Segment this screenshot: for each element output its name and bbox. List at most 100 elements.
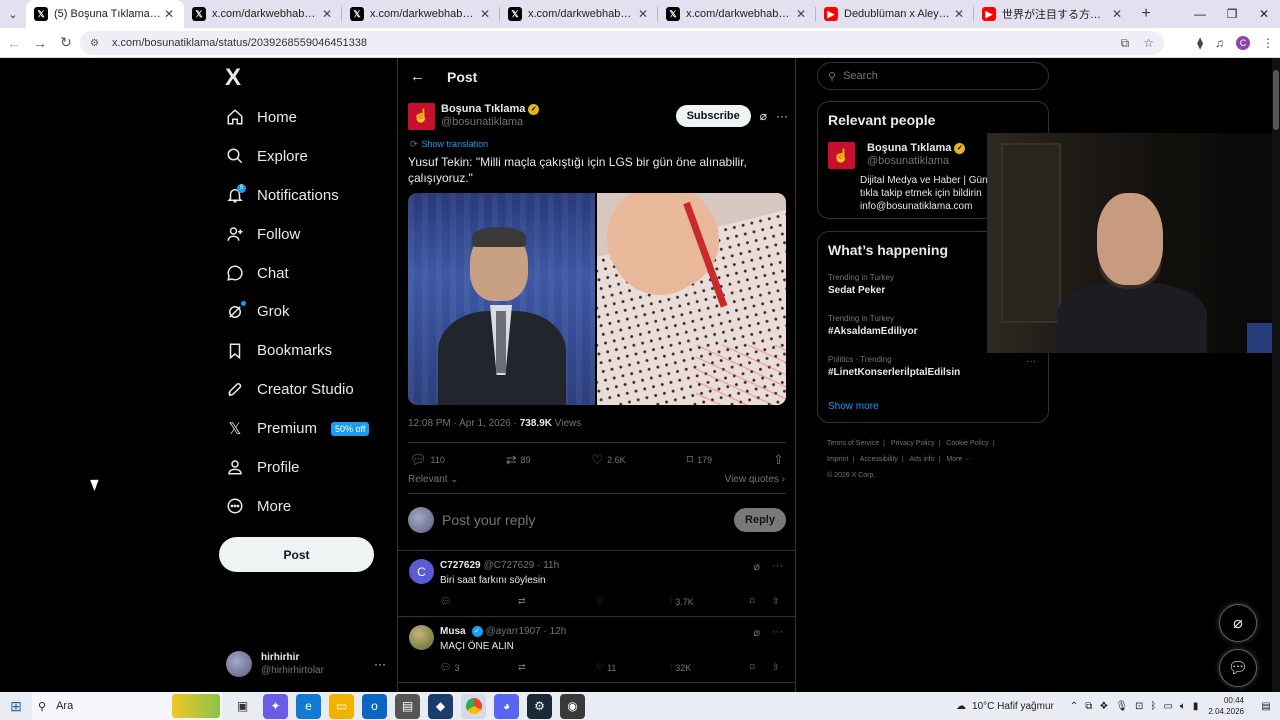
back-arrow-icon[interactable]: ← [2, 28, 26, 58]
page-scrollbar[interactable] [1272, 58, 1280, 692]
install-app-icon[interactable]: ⧉ [1121, 36, 1130, 51]
browser-tab[interactable]: 𝕏 x.com/darkwebhaber/status/20 ✕ [184, 0, 342, 28]
nav-item-follow[interactable]: Follow [226, 215, 396, 254]
author-name[interactable]: Boşuna Tıklama [441, 103, 525, 116]
windows-start-icon[interactable]: ⊞ [0, 692, 32, 720]
author-avatar[interactable]: ☝ [408, 102, 435, 130]
nav-item-bookmarks[interactable]: Bookmarks [226, 331, 396, 370]
weather-widget[interactable]: ☁ 10°C Hafif yağmur [956, 701, 1054, 712]
person-name[interactable]: Boşuna Tıklama [867, 142, 951, 155]
reply-item[interactable]: Musa ✓ @ayarr1907 · 12h ⌀ ··· MAÇI ÖNE ALIN… [398, 616, 795, 682]
tab-search-dropdown[interactable]: ⌄ [0, 0, 26, 28]
url-field[interactable]: ⚙ x.com/bosunatiklama/status/20392685590… [80, 31, 1164, 55]
sort-replies-dropdown[interactable]: Relevant ⌄ [408, 474, 459, 485]
restore-icon[interactable]: ❐ [1216, 0, 1248, 28]
nav-item-notifications[interactable]: 5 Notifications [226, 176, 396, 215]
footer-link[interactable]: Ads info [909, 456, 934, 463]
profile-avatar[interactable]: C [1236, 36, 1250, 50]
nav-item-premium[interactable]: 𝕏 Premium 50% off [226, 409, 396, 448]
reload-icon[interactable]: ↻ [54, 28, 78, 58]
more-horizontal-icon[interactable]: ··· [776, 109, 788, 123]
chat-floating-button[interactable]: 💬︎ [1219, 649, 1257, 687]
views-action[interactable]: ⫶ 3.7K [670, 596, 750, 607]
forward-arrow-icon[interactable]: → [28, 28, 52, 58]
tab-close-icon[interactable]: ✕ [952, 7, 966, 21]
footer-link[interactable]: Terms of Service [827, 440, 879, 447]
browser-tab[interactable]: 𝕏 x.com/darkwebhaber/status/20 ✕ [342, 0, 500, 28]
bookmark-action[interactable]: ⌑ 179 [687, 452, 713, 468]
repost-action[interactable]: ⇄ 89 [506, 452, 531, 468]
nav-item-profile[interactable]: Profile [226, 448, 396, 487]
view-quotes-link[interactable]: View quotes › [725, 474, 785, 485]
nav-item-chat[interactable]: Chat [226, 254, 396, 293]
footer-link[interactable]: Cookie Policy [946, 440, 988, 447]
grok-icon[interactable]: ⌀ [760, 109, 767, 123]
grok-icon[interactable]: ⌀ [753, 626, 760, 639]
game-app-icon[interactable]: ◆ [428, 693, 453, 719]
reply-action[interactable]: 💬︎ 110 [410, 452, 445, 468]
repost-icon[interactable]: ⇄ [518, 662, 596, 673]
heart-icon[interactable]: ♡ [596, 596, 670, 607]
like-action[interactable]: ♡ 11 [596, 662, 670, 673]
subscribe-button[interactable]: Subscribe [675, 105, 751, 127]
browser-tab[interactable]: 𝕏 x.com/darkwebhaber/status/20 ✕ [658, 0, 816, 28]
avatar[interactable] [409, 625, 434, 650]
tray-app-icon[interactable]: ❖ [1099, 701, 1108, 712]
tab-close-icon[interactable]: ✕ [636, 7, 650, 21]
taskbar-search[interactable]: ⚲ Ara [32, 692, 222, 720]
extensions-icon[interactable]: ⧫ [1197, 36, 1203, 50]
steam-icon[interactable]: ⚙ [527, 693, 552, 719]
nav-item-grok[interactable]: Grok [226, 292, 396, 331]
reply-item[interactable]: C C727629 @C727629 · 11h ⌀ ··· Biri saat f… [398, 550, 795, 616]
browser-tab[interactable]: ▶ 世界が注目する方のバーテンダー ✕ [974, 0, 1132, 28]
share-icon[interactable]: ⇧ [772, 662, 780, 673]
minimize-icon[interactable]: — [1184, 0, 1216, 28]
reply-action[interactable]: 💬︎ 3 [440, 662, 518, 673]
more-horizontal-icon[interactable]: ··· [1026, 356, 1036, 367]
search-input[interactable]: ⚲ Search [817, 62, 1049, 90]
show-translation-link[interactable]: ⟳ Show translation [410, 139, 488, 150]
footer-link[interactable]: Accessibility [860, 456, 898, 463]
back-arrow-icon[interactable]: ← [410, 68, 425, 85]
nav-item-explore[interactable]: Explore [226, 137, 396, 176]
browser-tab-active[interactable]: 𝕏 (5) Boşuna Tıklama on X: "Yusuf ✕ [26, 0, 184, 28]
taskbar-clock[interactable]: 00:44 2.04.2026 [1208, 695, 1244, 717]
footer-link[interactable]: More ··· [946, 456, 971, 463]
tray-app-icon[interactable]: ⊡ [1135, 701, 1143, 712]
file-explorer-icon[interactable]: ▭ [329, 693, 354, 719]
obs-icon[interactable]: ◉ [560, 693, 585, 719]
browser-menu-icon[interactable]: ⋮ [1262, 36, 1274, 50]
copilot-icon[interactable]: ✦ [263, 693, 288, 719]
nav-item-home[interactable]: Home [226, 98, 396, 137]
post-media[interactable] [408, 193, 786, 405]
media-control-icon[interactable]: ♫ [1215, 36, 1224, 50]
browser-tab[interactable]: ▶ Dedublüman x Aleyna Tilki - Sa ✕ [816, 0, 974, 28]
trend-item[interactable]: Trending in Turkey #AksaİdamEdiliyor [828, 314, 917, 337]
more-horizontal-icon[interactable]: ··· [772, 560, 783, 573]
tray-app-icon[interactable]: ⧉ [1085, 701, 1092, 712]
bookmark-icon[interactable]: ⌑ [750, 662, 772, 673]
avatar[interactable]: C [409, 559, 434, 584]
nav-item-creator-studio[interactable]: Creator Studio [226, 370, 396, 409]
reply-input[interactable]: Post your reply [442, 512, 734, 528]
bluetooth-icon[interactable]: ᛒ [1150, 701, 1156, 712]
bookmark-star-icon[interactable]: ☆ [1143, 36, 1154, 51]
reply-icon[interactable]: 💬︎ [440, 596, 518, 607]
tab-close-icon[interactable]: ✕ [1110, 7, 1124, 21]
new-tab-button[interactable]: + [1132, 5, 1160, 23]
share-icon[interactable]: ⇧ [772, 596, 780, 607]
show-more-link[interactable]: Show more [828, 401, 879, 412]
trend-item[interactable]: Trending in Turkey Sedat Peker [828, 273, 894, 296]
close-window-icon[interactable]: ✕ [1248, 0, 1280, 28]
x-logo-icon[interactable]: X [225, 64, 241, 92]
discord-icon[interactable]: ◕ [494, 693, 519, 719]
more-horizontal-icon[interactable]: ··· [772, 626, 783, 639]
battery-icon[interactable]: ▮ [1193, 701, 1199, 712]
avatar[interactable]: ☝ [828, 142, 855, 169]
reply-author-name[interactable]: C727629 [440, 560, 481, 571]
tab-close-icon[interactable]: ✕ [478, 7, 492, 21]
edge-icon[interactable]: e [296, 693, 321, 719]
account-switcher[interactable]: hirhirhir @hirhirhirtolar ··· [226, 648, 386, 680]
task-view-icon[interactable]: ▣ [230, 694, 255, 719]
reply-button[interactable]: Reply [734, 508, 786, 532]
